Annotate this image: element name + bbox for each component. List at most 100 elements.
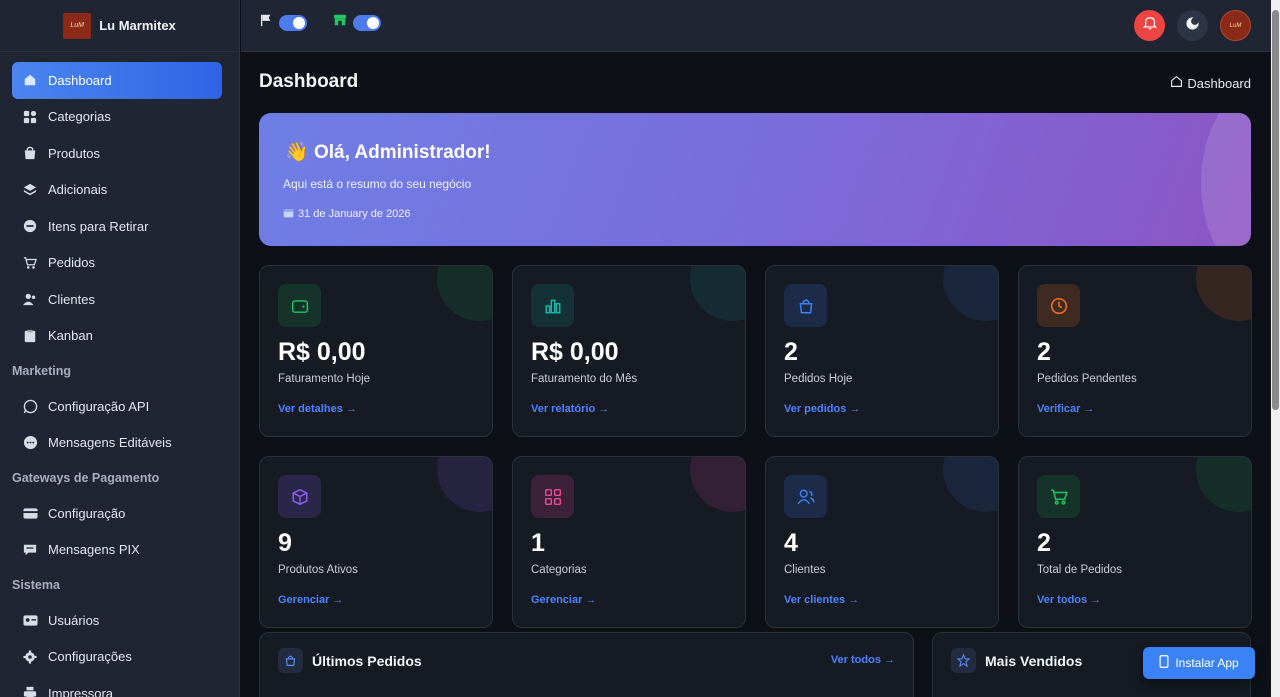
star-icon xyxy=(951,648,976,673)
moon-icon xyxy=(1185,16,1200,36)
toggle-group-1 xyxy=(259,13,307,32)
flag-icon xyxy=(259,13,273,32)
card-value: 1 xyxy=(531,529,545,557)
sidebar-item-kanban[interactable]: Kanban xyxy=(12,318,222,355)
grid-icon xyxy=(531,475,574,518)
sidebar-item-label: Kanban xyxy=(48,328,93,344)
home-icon xyxy=(1170,75,1183,91)
sidebar-item-produtos[interactable]: Produtos xyxy=(12,135,222,172)
breadcrumb-label: Dashboard xyxy=(1187,75,1251,91)
panel-title: Mais Vendidos xyxy=(985,653,1083,669)
toggle-switch-store[interactable] xyxy=(353,14,381,31)
id-card-icon xyxy=(22,612,38,628)
gear-icon xyxy=(22,649,38,665)
sidebar-item-itens-para-retirar[interactable]: Itens para Retirar xyxy=(12,208,222,245)
breadcrumb[interactable]: Dashboard xyxy=(1170,75,1251,91)
wallet-icon xyxy=(278,284,321,327)
phone-icon xyxy=(1159,655,1169,671)
layers-icon xyxy=(22,182,38,198)
sidebar-item-label: Configurações xyxy=(48,649,132,665)
printer-icon xyxy=(22,685,38,697)
sidebar-item-label: Dashboard xyxy=(48,72,112,88)
card-link[interactable]: Gerenciar → xyxy=(531,594,596,606)
sidebar-item-label: Impressora xyxy=(48,685,114,697)
sidebar-item-configuracao[interactable]: Configuração xyxy=(12,495,222,532)
sidebar-item-dashboard[interactable]: Dashboard xyxy=(12,62,222,99)
stat-card-categorias: 1 Categorias Gerenciar → xyxy=(512,456,746,628)
topbar: LuM xyxy=(241,0,1271,52)
sidebar-item-label: Pedidos xyxy=(48,255,95,271)
sidebar-item-label: Clientes xyxy=(48,291,95,307)
grid-icon xyxy=(22,109,38,125)
card-link[interactable]: Verificar → xyxy=(1037,403,1094,415)
sidebar-item-configuracoes[interactable]: Configurações xyxy=(12,639,222,676)
install-app-button[interactable]: Instalar App xyxy=(1143,647,1255,679)
chat-icon xyxy=(22,435,38,451)
cart-icon xyxy=(22,255,38,271)
bag-icon xyxy=(22,145,38,161)
sidebar-item-clientes[interactable]: Clientes xyxy=(12,281,222,318)
toggle-switch-flag[interactable] xyxy=(279,14,307,31)
card-value: R$ 0,00 xyxy=(278,338,366,366)
stat-card-pedidos-hoje: 2 Pedidos Hoje Ver pedidos → xyxy=(765,265,999,437)
card-decoration xyxy=(437,457,492,512)
card-link[interactable]: Ver relatório → xyxy=(531,403,609,415)
card-link[interactable]: Ver clientes → xyxy=(784,594,859,606)
sidebar-item-categorias[interactable]: Categorias xyxy=(12,99,222,136)
brand[interactable]: LuM Lu Marmitex xyxy=(0,0,239,52)
hero-decoration xyxy=(1201,113,1251,246)
welcome-subtitle: Aqui está o resumo do seu negócio xyxy=(283,177,472,191)
message-square-icon xyxy=(22,542,38,558)
sidebar-item-label: Usuários xyxy=(48,612,100,628)
calendar-icon xyxy=(283,207,294,221)
notification-button[interactable] xyxy=(1134,10,1165,41)
card-decoration xyxy=(1196,457,1251,512)
shopping-bag-icon xyxy=(784,284,827,327)
shopping-bag-icon xyxy=(278,648,303,673)
date-text: 31 de January de 2026 xyxy=(298,208,411,220)
sidebar-item-configuracao-api[interactable]: Configuração API xyxy=(12,388,222,425)
stat-card-produtos-ativos: 9 Produtos Ativos Gerenciar → xyxy=(259,456,493,628)
box-icon xyxy=(278,475,321,518)
sidebar-nav: Dashboard Categorias Produtos Adicionais… xyxy=(0,52,239,697)
sidebar-item-mensagens-editaveis[interactable]: Mensagens Editáveis xyxy=(12,425,222,462)
theme-toggle-button[interactable] xyxy=(1177,10,1208,41)
card-link[interactable]: Ver pedidos → xyxy=(784,403,860,415)
sidebar-item-label: Itens para Retirar xyxy=(48,218,149,234)
card-decoration xyxy=(943,266,998,321)
card-value: R$ 0,00 xyxy=(531,338,619,366)
scrollbar[interactable] xyxy=(1271,0,1280,697)
cart-icon xyxy=(1037,475,1080,518)
sidebar-item-mensagens-pix[interactable]: Mensagens PIX xyxy=(12,532,222,569)
sidebar-item-pedidos[interactable]: Pedidos xyxy=(12,245,222,282)
credit-card-icon xyxy=(22,505,38,521)
card-link[interactable]: Gerenciar → xyxy=(278,594,343,606)
recent-orders-panel: Últimos Pedidos Ver todos → xyxy=(259,632,914,697)
minus-circle-icon xyxy=(22,218,38,234)
card-value: 2 xyxy=(784,338,798,366)
card-value: 2 xyxy=(1037,338,1051,366)
sidebar-item-usuarios[interactable]: Usuários xyxy=(12,602,222,639)
section-gateways: Gateways de Pagamento xyxy=(12,471,160,485)
card-value: 2 xyxy=(1037,529,1051,557)
view-all-orders-link[interactable]: Ver todos → xyxy=(831,654,895,666)
card-label: Faturamento Hoje xyxy=(278,373,371,385)
card-link[interactable]: Ver detalhes → xyxy=(278,403,357,415)
avatar-logo: LuM xyxy=(1229,22,1242,29)
stat-card-faturamento-mes: R$ 0,00 Faturamento do Mês Ver relatório… xyxy=(512,265,746,437)
card-value: 4 xyxy=(784,529,798,557)
brand-logo: LuM xyxy=(63,12,92,39)
welcome-banner: 👋 Olá, Administrador! Aqui está o resumo… xyxy=(259,113,1251,246)
card-decoration xyxy=(437,266,492,321)
card-link[interactable]: Ver todos → xyxy=(1037,594,1101,606)
install-app-label: Instalar App xyxy=(1175,656,1239,670)
sidebar-item-impressora[interactable]: Impressora xyxy=(12,675,222,697)
home-icon xyxy=(22,72,38,88)
welcome-title: 👋 Olá, Administrador! xyxy=(285,140,491,164)
sidebar-item-label: Mensagens PIX xyxy=(48,542,140,558)
scrollbar-thumb[interactable] xyxy=(1272,10,1279,410)
card-label: Total de Pedidos xyxy=(1037,564,1123,576)
sidebar-item-adicionais[interactable]: Adicionais xyxy=(12,172,222,209)
users-icon xyxy=(22,291,38,307)
avatar[interactable]: LuM xyxy=(1220,10,1251,41)
